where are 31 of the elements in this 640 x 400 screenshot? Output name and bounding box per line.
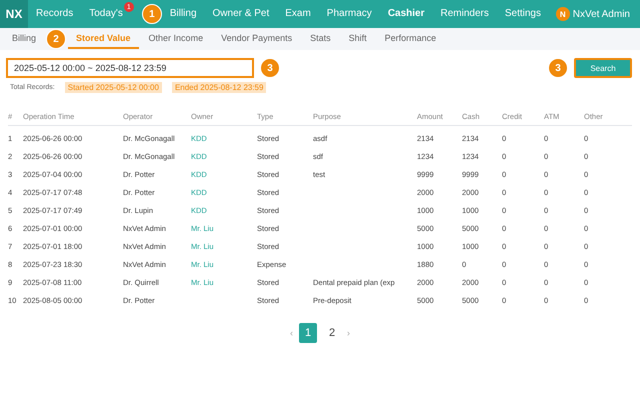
nav-item[interactable]: Today's xyxy=(89,0,123,28)
search-button[interactable]: Search xyxy=(574,58,632,78)
nav-item[interactable]: Settings xyxy=(504,0,541,28)
nav-item[interactable]: Pharmacy xyxy=(326,0,372,28)
sub-tab[interactable]: Performance xyxy=(376,29,444,49)
callout-marker: 2 xyxy=(46,29,66,49)
page-button[interactable]: 1 xyxy=(299,323,317,343)
next-page-button[interactable]: › xyxy=(347,328,350,338)
sub-tab[interactable]: Shift xyxy=(340,29,375,49)
sub-tab[interactable]: Billing xyxy=(4,29,44,49)
sub-tab[interactable]: Stored Value xyxy=(68,29,139,49)
logo: NX xyxy=(0,0,28,28)
callout-marker: 1 xyxy=(142,4,162,24)
nav-item[interactable]: Records xyxy=(36,0,74,28)
sub-tab[interactable]: Vendor Payments xyxy=(213,29,300,49)
nav-item[interactable]: Reminders xyxy=(440,0,489,28)
nav-item[interactable]: Cashier xyxy=(388,0,424,28)
nav-item[interactable]: Owner & Pet xyxy=(212,0,270,28)
sub-tab[interactable]: Stats xyxy=(302,29,339,49)
end-time-tag: Ended 2025-08-12 23:59 xyxy=(172,82,266,93)
user-name[interactable]: NxVet Admin xyxy=(572,8,630,20)
start-time-tag: Started 2025-05-12 00:00 xyxy=(64,82,162,93)
page-button[interactable]: 2 xyxy=(323,323,341,343)
user-avatar: N xyxy=(556,7,570,21)
nav-item[interactable]: Exam xyxy=(285,0,311,28)
callout-marker: 3 xyxy=(260,58,280,78)
callout-marker: 3 xyxy=(548,58,568,78)
date-range-field[interactable]: 2025-05-12 00:00 ~ 2025-08-12 23:59 xyxy=(6,58,254,78)
sub-tab[interactable]: Other Income xyxy=(140,29,212,49)
previous-page-button[interactable]: ‹ xyxy=(290,328,293,338)
nav-item[interactable]: Billing xyxy=(170,0,197,28)
